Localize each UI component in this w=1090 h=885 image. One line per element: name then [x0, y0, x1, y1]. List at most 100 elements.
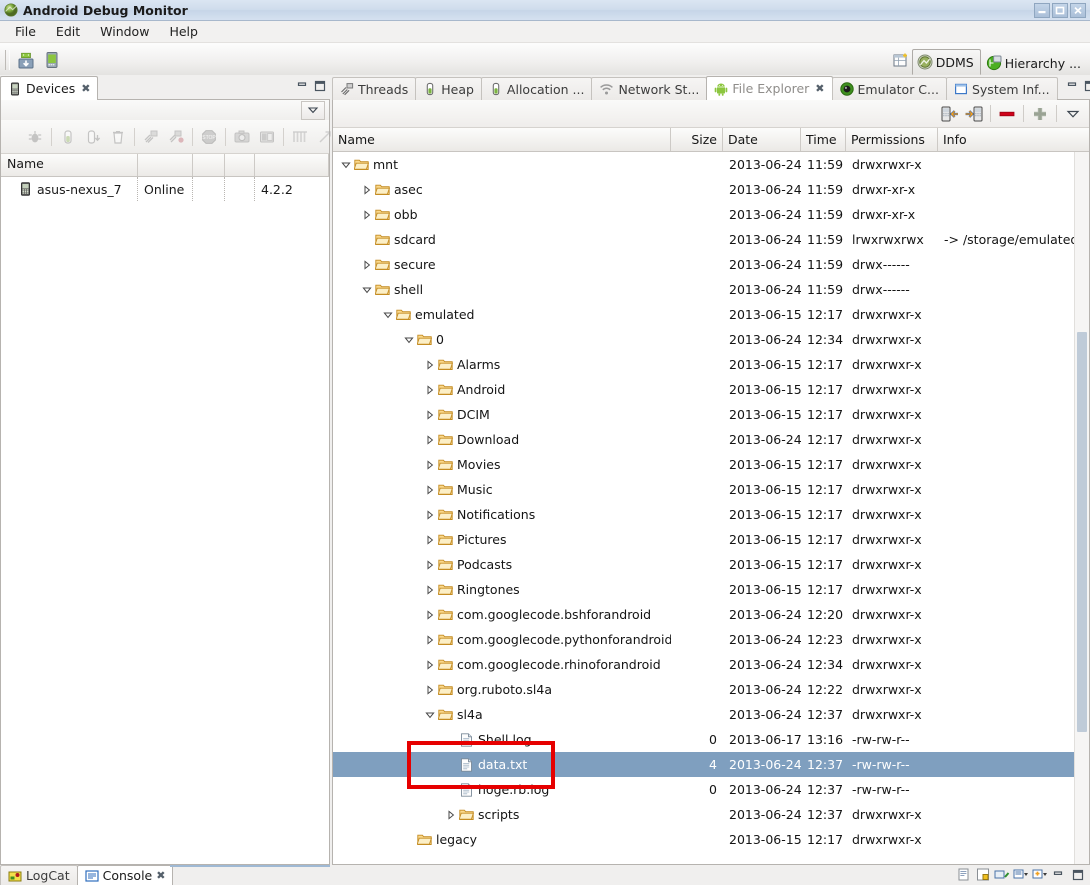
table-row[interactable]: com.googlecode.pythonforandroid 2013-06-2… — [333, 627, 1089, 652]
delete-icon[interactable] — [995, 103, 1019, 125]
tab-network-statistics[interactable]: Network St... — [591, 77, 708, 100]
view-menu-icon[interactable] — [301, 100, 325, 120]
heap-dump-icon[interactable] — [81, 125, 105, 149]
minimize-view-icon[interactable] — [1067, 80, 1080, 93]
file-name-cell[interactable]: obb — [333, 207, 671, 223]
file-name-cell[interactable]: sl4a — [333, 707, 671, 723]
table-row[interactable]: 0 2013-06-24 12:34 drwxrwxr-x — [333, 327, 1089, 352]
menu-item-window[interactable]: Window — [91, 23, 158, 40]
push-file-icon[interactable] — [962, 103, 986, 125]
devices-col-4[interactable] — [225, 154, 255, 176]
table-row[interactable]: mnt 2013-06-24 11:59 drwxrwxr-x — [333, 152, 1089, 177]
table-row[interactable]: hoge.rb.log 0 2013-06-24 12:37 -rw-rw-r-- — [333, 777, 1089, 802]
chevron-right-icon[interactable] — [423, 658, 437, 672]
devices-col-5[interactable] — [255, 154, 329, 176]
chevron-right-icon[interactable] — [423, 383, 437, 397]
table-row[interactable]: legacy 2013-06-15 12:17 drwxrwxr-x — [333, 827, 1089, 852]
tab-file-explorer[interactable]: File Explorer ✖ — [706, 76, 833, 100]
table-row[interactable]: com.googlecode.bshforandroid 2013-06-24 12… — [333, 602, 1089, 627]
tab-console[interactable]: Console ✖ — [76, 865, 174, 885]
minimize-view-icon[interactable] — [1051, 868, 1067, 882]
systrace-icon[interactable] — [288, 125, 312, 149]
method-profiling-icon[interactable] — [164, 125, 188, 149]
table-row[interactable]: emulated 2013-06-15 12:17 drwxrwxr-x — [333, 302, 1089, 327]
chevron-down-icon[interactable] — [423, 708, 437, 722]
tab-devices[interactable]: Devices ✖ — [0, 76, 99, 100]
file-name-cell[interactable]: legacy — [333, 832, 671, 848]
display-selected-console-icon[interactable] — [1013, 868, 1029, 882]
table-row[interactable]: sdcard 2013-06-24 11:59 lrwxrwxrwx -> /stora… — [333, 227, 1089, 252]
menu-item-help[interactable]: Help — [160, 23, 207, 40]
dump-view-hierarchy-icon[interactable] — [255, 125, 279, 149]
chevron-right-icon[interactable] — [423, 558, 437, 572]
pull-file-icon[interactable] — [938, 103, 962, 125]
column-name[interactable]: Name — [333, 128, 671, 151]
open-perspective-icon[interactable] — [890, 48, 912, 74]
file-name-cell[interactable]: sdcard — [333, 232, 671, 248]
tab-system-information[interactable]: System Inf... — [945, 77, 1058, 100]
table-row[interactable]: data.txt 4 2013-06-24 12:37 -rw-rw-r-- — [333, 752, 1089, 777]
table-row[interactable]: secure 2013-06-24 11:59 drwx------ — [333, 252, 1089, 277]
device-screenshot-icon[interactable] — [40, 48, 64, 72]
new-folder-icon[interactable] — [1028, 103, 1052, 125]
perspective-ddms[interactable]: DDMS — [911, 49, 981, 75]
table-row[interactable]: shell 2013-06-24 11:59 drwx------ — [333, 277, 1089, 302]
chevron-right-icon[interactable] — [360, 183, 374, 197]
table-row[interactable]: Alarms 2013-06-15 12:17 drwxrwxr-x — [333, 352, 1089, 377]
screen-capture-icon[interactable] — [14, 48, 38, 72]
file-name-cell[interactable]: com.googlecode.bshforandroid — [333, 607, 671, 623]
minimize-view-icon[interactable] — [296, 80, 309, 93]
file-name-cell[interactable]: shell — [333, 282, 671, 298]
close-icon[interactable] — [1070, 2, 1086, 18]
open-console-icon[interactable] — [956, 868, 972, 882]
file-name-cell[interactable]: hoge.rb.log — [333, 782, 671, 798]
file-name-cell[interactable]: Notifications — [333, 507, 671, 523]
vertical-scrollbar[interactable] — [1074, 152, 1089, 864]
toolbar-grip[interactable] — [5, 49, 10, 70]
chevron-down-icon[interactable] — [339, 158, 353, 172]
screen-capture-icon[interactable] — [230, 125, 254, 149]
file-name-cell[interactable]: com.googlecode.pythonforandroid — [333, 632, 671, 648]
thread-update-icon[interactable] — [139, 125, 163, 149]
table-row[interactable]: Android 2013-06-15 12:17 drwxrwxr-x — [333, 377, 1089, 402]
heap-update-icon[interactable] — [56, 125, 80, 149]
table-row[interactable]: com.googlecode.rhinoforandroid 2013-06-24… — [333, 652, 1089, 677]
file-name-cell[interactable]: 0 — [333, 332, 671, 348]
file-name-cell[interactable]: Podcasts — [333, 557, 671, 573]
maximize-icon[interactable] — [1052, 2, 1068, 18]
devices-col-2[interactable] — [138, 154, 193, 176]
pin-console-icon[interactable] — [975, 868, 991, 882]
file-name-cell[interactable]: emulated — [333, 307, 671, 323]
table-row[interactable]: Pictures 2013-06-15 12:17 drwxrwxr-x — [333, 527, 1089, 552]
maximize-view-icon[interactable] — [1084, 80, 1090, 93]
perspective-hierarchy[interactable]: Hierarchy ... — [981, 50, 1088, 75]
table-row[interactable]: Notifications 2013-06-15 12:17 drwxrwxr-x — [333, 502, 1089, 527]
file-name-cell[interactable]: asec — [333, 182, 671, 198]
file-name-cell[interactable]: Shell.log — [333, 732, 671, 748]
table-row[interactable]: DCIM 2013-06-15 12:17 drwxrwxr-x — [333, 402, 1089, 427]
table-row[interactable]: Movies 2013-06-15 12:17 drwxrwxr-x — [333, 452, 1089, 477]
file-name-cell[interactable]: Music — [333, 482, 671, 498]
file-name-cell[interactable]: mnt — [333, 157, 671, 173]
column-date[interactable]: Date — [723, 128, 801, 151]
devices-col-3[interactable] — [193, 154, 225, 176]
chevron-down-icon[interactable] — [381, 308, 395, 322]
file-name-cell[interactable]: Alarms — [333, 357, 671, 373]
view-menu-icon[interactable] — [1061, 103, 1085, 125]
column-size[interactable]: Size — [671, 128, 723, 151]
table-row[interactable]: scripts 2013-06-24 12:37 drwxrwxr-x — [333, 802, 1089, 827]
chevron-right-icon[interactable] — [423, 458, 437, 472]
scrollbar-thumb[interactable] — [1077, 332, 1087, 732]
maximize-view-icon[interactable] — [313, 80, 326, 93]
menu-item-edit[interactable]: Edit — [47, 23, 89, 40]
minimize-icon[interactable] — [1034, 2, 1050, 18]
chevron-right-icon[interactable] — [423, 633, 437, 647]
table-row[interactable]: obb 2013-06-24 11:59 drwxr-xr-x — [333, 202, 1089, 227]
debug-icon[interactable] — [23, 125, 47, 149]
chevron-down-icon[interactable] — [360, 283, 374, 297]
table-row[interactable]: Shell.log 0 2013-06-17 13:16 -rw-rw-r-- — [333, 727, 1089, 752]
close-icon[interactable]: ✖ — [815, 82, 824, 95]
file-name-cell[interactable]: Movies — [333, 457, 671, 473]
file-name-cell[interactable]: Ringtones — [333, 582, 671, 598]
chevron-right-icon[interactable] — [423, 358, 437, 372]
